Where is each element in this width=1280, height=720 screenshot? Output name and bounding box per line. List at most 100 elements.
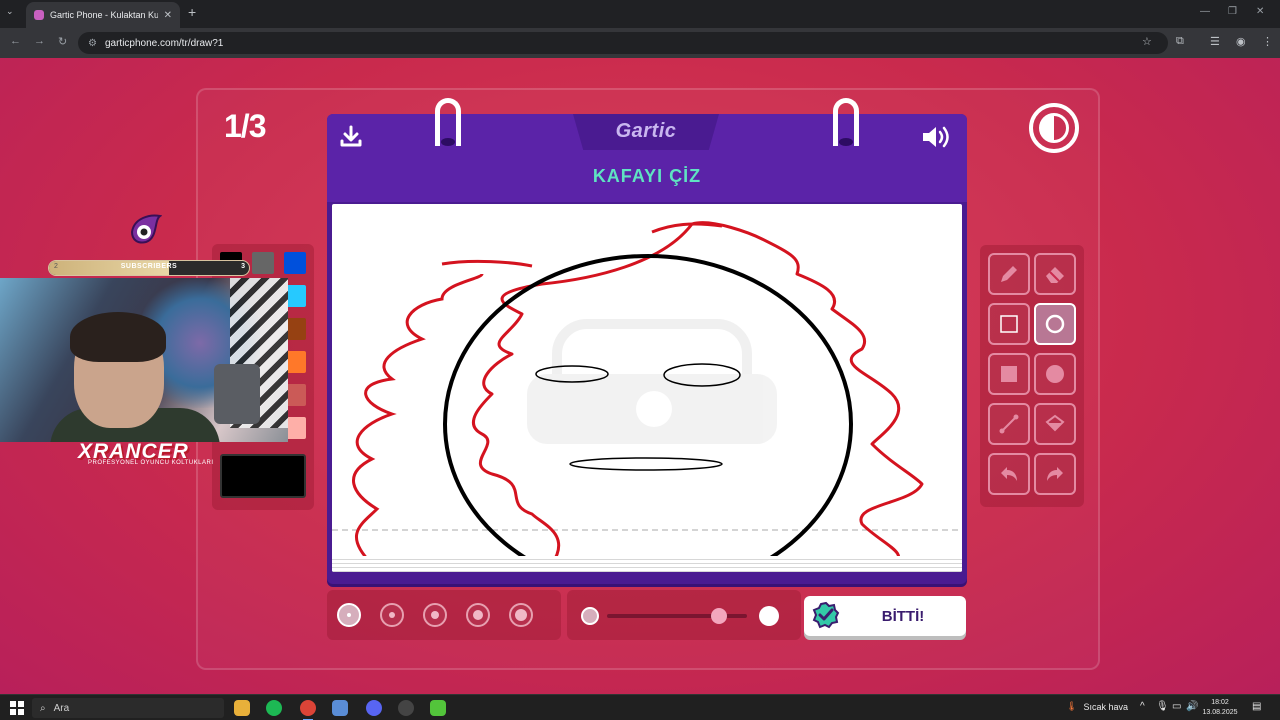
- eraser-tool[interactable]: [1034, 253, 1076, 295]
- check-badge-icon: [812, 601, 840, 629]
- drawing-notebook: Gartic KAFAYI ÇİZ: [327, 98, 967, 584]
- webcam-overlay: [0, 278, 288, 442]
- opacity-slider-handle[interactable]: [711, 608, 727, 624]
- color-swatch[interactable]: [284, 252, 306, 274]
- opacity-max-icon: [759, 606, 779, 626]
- obs-icon[interactable]: [398, 700, 414, 716]
- windows-taskbar: ⌕ Ara 🌡 Sıcak hava ^ 🎙 ▭ 🔊 18:02 13.08.2…: [0, 694, 1280, 720]
- volume-icon[interactable]: [921, 124, 953, 150]
- subscriber-goal-bar: 2 SUBSCRIBERS 3: [48, 260, 250, 276]
- brush-size-5[interactable]: [509, 603, 533, 627]
- system-clock[interactable]: 18:02 13.08.2025: [1200, 698, 1240, 718]
- bucket-tool[interactable]: [1034, 403, 1076, 445]
- line-tool[interactable]: [988, 403, 1030, 445]
- undo-icon: [1001, 467, 1017, 481]
- weather-text: Sıcak hava: [1083, 701, 1128, 712]
- browser-tab[interactable]: Gartic Phone - Kulaktan Kulağa ✕: [26, 2, 180, 28]
- tab-list-icon[interactable]: ☰: [1210, 35, 1220, 48]
- game-page: 1/3 2 SUBSCRIBERS 3 XRANCER PROFESYONEL …: [0, 58, 1280, 694]
- tab-close-icon[interactable]: ✕: [164, 10, 172, 21]
- menu-icon[interactable]: ⋮: [1262, 35, 1273, 48]
- tray-chevron-icon[interactable]: ^: [1140, 701, 1145, 712]
- canvas-watermark-logo: [527, 319, 777, 444]
- pencil-tool[interactable]: [988, 253, 1030, 295]
- subscriber-goal: 3: [241, 263, 245, 270]
- mouth: [569, 457, 723, 471]
- drawing-canvas[interactable]: [332, 204, 962, 572]
- reload-icon[interactable]: ↻: [58, 35, 67, 48]
- mic-icon[interactable]: 🎙: [1156, 701, 1169, 712]
- done-button-label: BİTTİ!: [881, 607, 925, 625]
- weather-widget[interactable]: 🌡 Sıcak hava: [1066, 701, 1128, 712]
- taskbar-search[interactable]: ⌕ Ara: [32, 698, 224, 718]
- red-hair-top-left: [441, 259, 533, 268]
- brush-size-1[interactable]: [337, 603, 361, 627]
- brush-size-2[interactable]: [380, 603, 404, 627]
- bookmark-star-icon[interactable]: ☆: [1142, 35, 1152, 48]
- done-button[interactable]: BİTTİ!: [804, 596, 966, 636]
- round-counter: 1/3: [224, 108, 266, 144]
- thermometer-icon: 🌡: [1066, 701, 1078, 711]
- bucket-icon: [1045, 414, 1065, 432]
- brush-size-panel: [327, 590, 561, 640]
- forward-icon[interactable]: →: [34, 35, 45, 47]
- redo-tool[interactable]: [1034, 453, 1076, 495]
- ring-hole-left: [441, 138, 455, 146]
- clock-date: 13.08.2025: [1202, 709, 1238, 716]
- ellipse-outline-icon: [1045, 314, 1065, 334]
- brush-size-4[interactable]: [466, 603, 490, 627]
- color-swatch[interactable]: [252, 252, 274, 274]
- gartic-logo: Gartic: [615, 120, 677, 142]
- undo-tool[interactable]: [988, 453, 1030, 495]
- drawing-prompt-title: KAFAYI ÇİZ: [592, 166, 702, 186]
- spotify-icon[interactable]: [266, 700, 282, 716]
- redo-icon: [1047, 467, 1063, 481]
- app-icon-settings[interactable]: [332, 700, 348, 716]
- network-icon[interactable]: ▭: [1172, 701, 1181, 712]
- rect-outline-tool[interactable]: [988, 303, 1030, 345]
- app-icon-play[interactable]: [430, 700, 446, 716]
- site-info-icon[interactable]: ⚙: [88, 38, 97, 49]
- logo-tab: Gartic: [573, 114, 719, 150]
- sponsor-tagline: PROFESYONEL OYUNCU KOLTUKLARI: [88, 460, 214, 466]
- rect-fill-tool[interactable]: [988, 353, 1030, 395]
- windows-start-icon[interactable]: [10, 701, 24, 715]
- ellipse-fill-tool[interactable]: [1034, 353, 1076, 395]
- minimize-icon[interactable]: —: [1200, 6, 1210, 17]
- profile-icon[interactable]: ◉: [1236, 35, 1246, 48]
- opacity-min-icon: [581, 607, 599, 625]
- ellipse-outline-tool[interactable]: [1034, 303, 1076, 345]
- tab-title: Gartic Phone - Kulaktan Kulağa: [50, 10, 158, 20]
- pencil-icon: [1001, 266, 1017, 282]
- speaker-icon[interactable]: 🔊: [1186, 701, 1198, 712]
- cam-microphone: [214, 364, 260, 424]
- paper-edge-lines: [332, 556, 962, 572]
- brush-size-dot: [515, 609, 527, 621]
- brush-size-dot: [473, 610, 483, 620]
- discord-icon[interactable]: [366, 700, 382, 716]
- tool-panel: [980, 245, 1084, 507]
- tab-search-icon[interactable]: ⌄: [6, 6, 14, 17]
- search-placeholder: Ara: [53, 702, 70, 714]
- line-icon: [999, 414, 1019, 434]
- contrast-toggle-button[interactable]: [1029, 103, 1079, 153]
- maximize-icon[interactable]: ❐: [1228, 6, 1237, 17]
- tab-favicon-icon: [34, 10, 44, 20]
- browser-tabbar: ⌄ Gartic Phone - Kulaktan Kulağa ✕ + — ❐…: [0, 0, 1280, 28]
- brush-size-3[interactable]: [423, 603, 447, 627]
- extensions-icon[interactable]: ⧉: [1176, 35, 1184, 48]
- canvas-drawing: [332, 221, 962, 572]
- download-icon[interactable]: [339, 124, 363, 148]
- notification-icon[interactable]: ▤: [1252, 701, 1261, 712]
- cam-person-hair: [70, 312, 166, 362]
- subscriber-label: SUBSCRIBERS: [120, 263, 178, 270]
- omnibox[interactable]: ⚙ garticphone.com/tr/draw?1: [78, 32, 1168, 54]
- window-close-icon[interactable]: ✕: [1256, 6, 1264, 17]
- ellipse-fill-icon: [1046, 365, 1064, 383]
- back-icon[interactable]: ←: [10, 35, 21, 47]
- new-tab-button[interactable]: +: [188, 4, 196, 20]
- clock-time: 18:02: [1211, 699, 1229, 706]
- chrome-icon[interactable]: [300, 700, 316, 720]
- url-text[interactable]: garticphone.com/tr/draw?1: [105, 38, 223, 49]
- file-explorer-icon[interactable]: [234, 700, 250, 716]
